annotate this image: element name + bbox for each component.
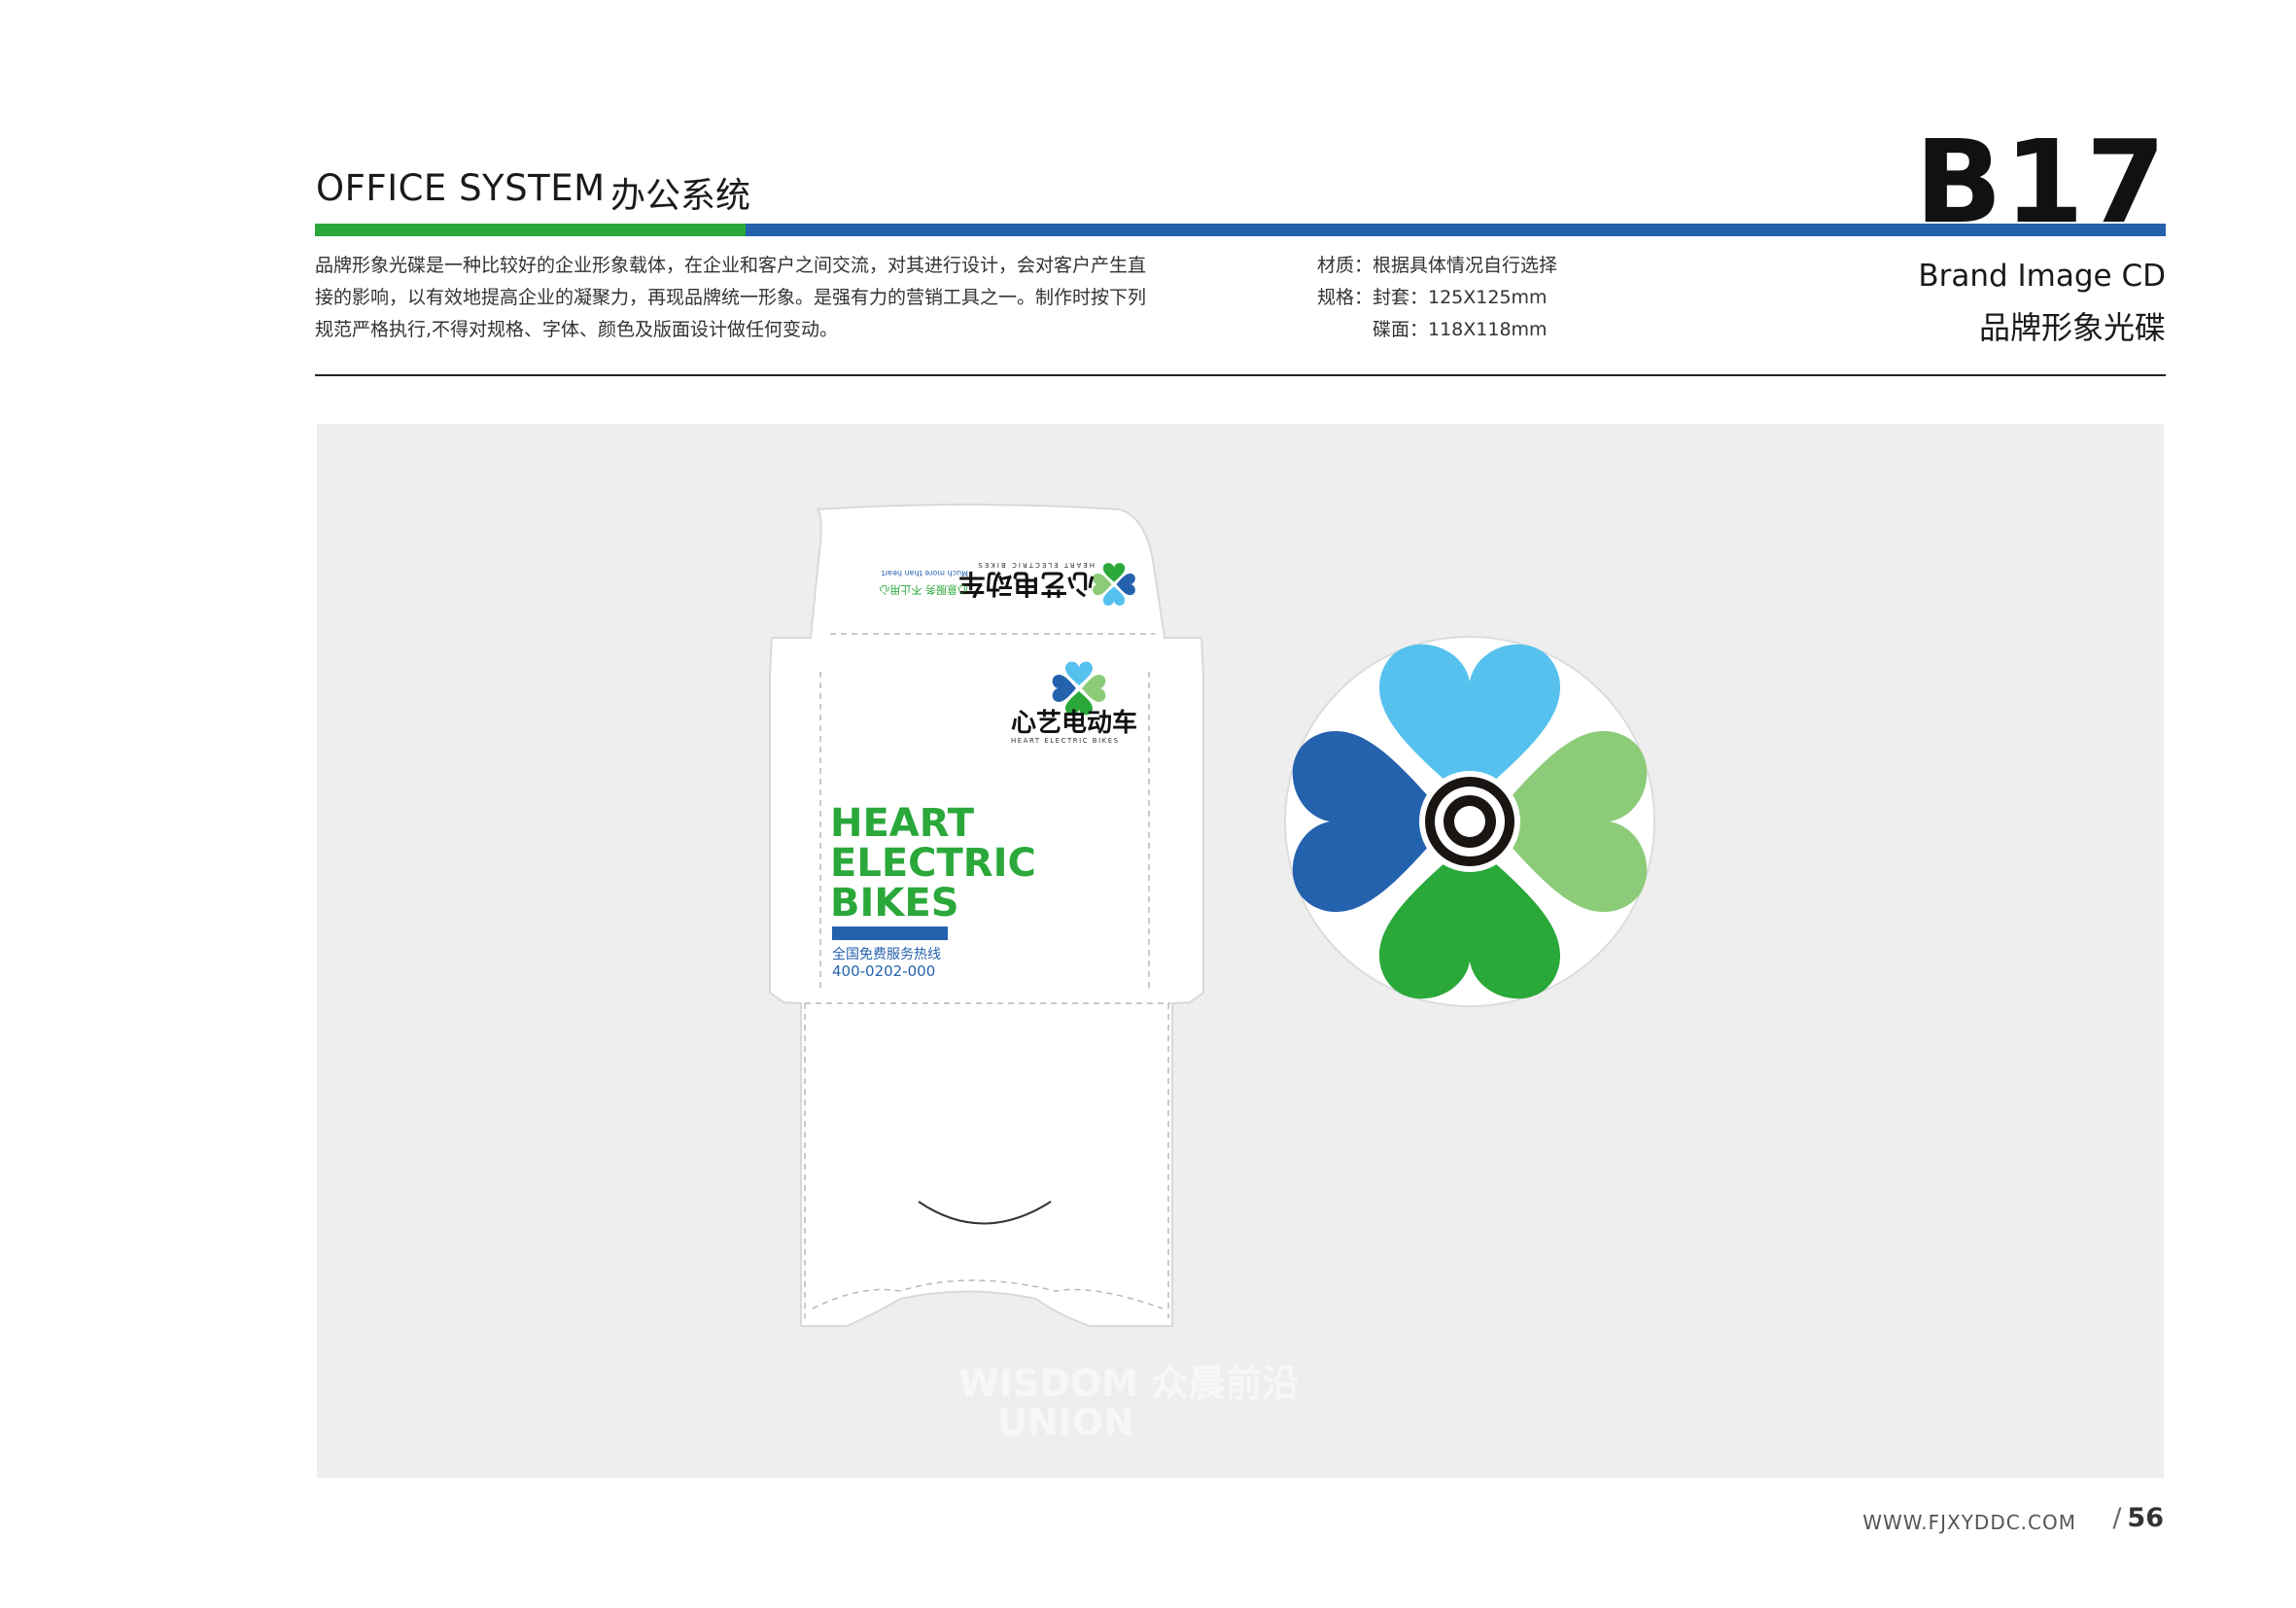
mockup-panel: 心艺电动车 HEART ELECTRIC BIKES 心意服务 不止用心 Muc… — [317, 424, 2164, 1478]
sleeve-blue-bar — [832, 926, 948, 940]
flap-slogan-cn: 心意服务 不止用心 — [880, 583, 969, 597]
spec-size-disc: 碟面：118X118mm — [1373, 319, 1548, 340]
sleeve-hotline-number: 400-0202-000 — [832, 962, 935, 980]
sleeve-headline-3: BIKES — [830, 881, 959, 926]
accent-bar-blue — [746, 224, 2166, 236]
subsection-title-cn: 品牌形象光碟 — [1978, 309, 2166, 346]
flap-slogan-en: Much more than heart — [882, 569, 968, 577]
description-line: 接的影响，以有效地提高企业的凝聚力，再现品牌统一形象。是强有力的营销工具之一。制… — [315, 287, 1147, 308]
specifications: 材质：根据具体情况自行选择 规格：封套：125X125mm 碟面：118X118… — [1317, 250, 1667, 346]
sleeve-hotline-label: 全国免费服务热线 — [832, 946, 941, 962]
watermark-line2: UNION — [997, 1401, 1134, 1444]
section-title-en: OFFICE SYSTEM — [316, 167, 606, 209]
sleeve-headline-1: HEART — [830, 801, 975, 846]
accent-bar-green — [315, 224, 746, 236]
spec-size-sleeve: 规格：封套：125X125mm — [1317, 287, 1548, 308]
sleeve-logo-cn: 心艺电动车 — [1011, 708, 1137, 738]
page-number-value: 56 — [2127, 1503, 2164, 1533]
sleeve-logo-en: HEART ELECTRIC BIKES — [1011, 737, 1120, 745]
flap-logo-cn: 心艺电动车 — [958, 568, 1095, 600]
sleeve-headline-2: ELECTRIC — [830, 841, 1036, 886]
watermark-line1: WISDOM 众晨前沿 — [958, 1362, 1299, 1405]
spec-material: 材质：根据具体情况自行选择 — [1317, 255, 1558, 276]
disc-center-hole — [1454, 806, 1485, 837]
description: 品牌形象光碟是一种比较好的企业形象载体，在企业和客户之间交流，对其进行设计，会对… — [315, 250, 1190, 346]
mockup-canvas: 心艺电动车 HEART ELECTRIC BIKES 心意服务 不止用心 Muc… — [769, 504, 1655, 1444]
cd-disc — [1284, 636, 1655, 1007]
header-rule — [315, 374, 2166, 376]
description-line: 品牌形象光碟是一种比较好的企业形象载体，在企业和客户之间交流，对其进行设计，会对… — [315, 255, 1147, 276]
section-title-cn: 办公系统 — [610, 176, 751, 216]
page-number: /56 — [2112, 1503, 2164, 1533]
footer-website: WWW.FJXYDDC.COM — [1862, 1511, 2076, 1534]
subsection-title-en: Brand Image CD — [1918, 259, 2166, 294]
cd-sleeve: 心艺电动车 HEART ELECTRIC BIKES 心意服务 不止用心 Muc… — [769, 504, 1204, 1327]
page-slash: / — [2112, 1503, 2122, 1533]
flap-logo-en: HEART ELECTRIC BIKES — [976, 561, 1095, 569]
description-line: 规范严格执行,不得对规格、字体、颜色及版面设计做任何变动。 — [315, 319, 839, 340]
